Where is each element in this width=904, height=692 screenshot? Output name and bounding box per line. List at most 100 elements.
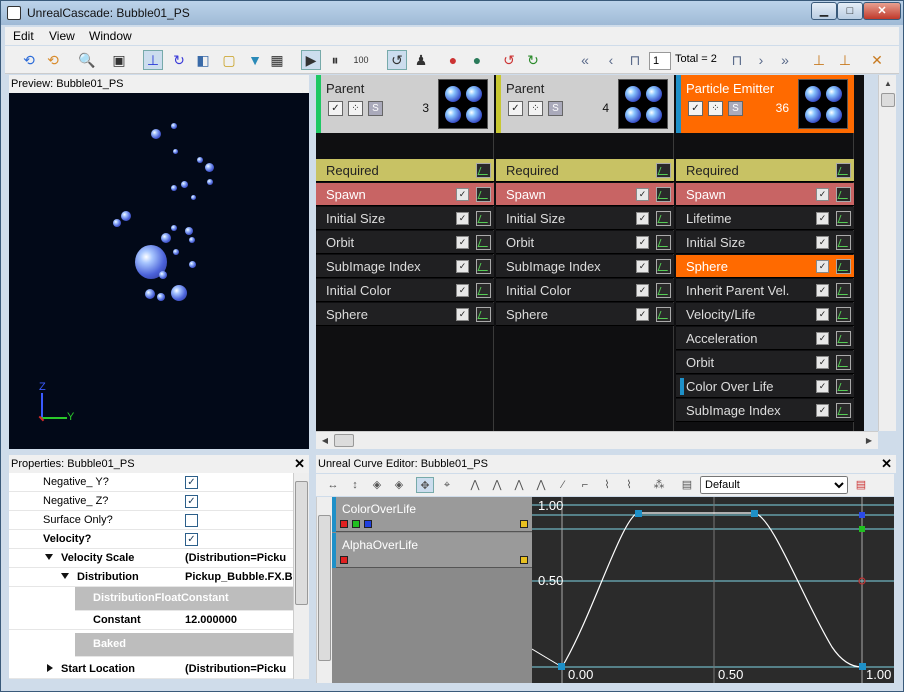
close-window-button[interactable]: ✕ xyxy=(863,2,901,20)
create-tab-icon[interactable]: ▤ xyxy=(678,477,696,493)
menu-window[interactable]: Window xyxy=(89,29,132,43)
properties-vscroll-thumb[interactable] xyxy=(295,481,308,605)
module-enable-checkbox[interactable]: ✓ xyxy=(816,236,829,249)
curve-graph-icon[interactable] xyxy=(836,259,851,274)
curve-entry[interactable]: AlphaOverLife xyxy=(332,533,532,568)
lod-next-icon[interactable]: › xyxy=(751,50,771,70)
channel-blue-toggle[interactable] xyxy=(364,520,372,528)
emitter-render-mode-icon[interactable]: ⁘ xyxy=(708,101,723,116)
curve-key-start[interactable] xyxy=(558,663,565,670)
curve-graph-icon[interactable] xyxy=(656,187,671,202)
axes-icon[interactable]: ⊥ xyxy=(143,50,163,70)
module-spawn[interactable]: Spawn ✓ xyxy=(676,183,854,206)
origin-icon[interactable]: ▼ xyxy=(245,50,265,70)
module-required[interactable]: Required xyxy=(676,159,854,182)
pause-icon[interactable]: ⏸ xyxy=(325,50,345,70)
module-color-over-life[interactable]: Color Over Life ✓ xyxy=(676,375,854,398)
module-enable-checkbox[interactable]: ✓ xyxy=(816,380,829,393)
loop-icon[interactable]: ↺ xyxy=(387,50,407,70)
module-enable-checkbox[interactable]: ✓ xyxy=(636,284,649,297)
green-channel-key[interactable] xyxy=(859,526,865,532)
rate-label[interactable]: 100 xyxy=(351,50,371,70)
properties-close-icon[interactable]: ✕ xyxy=(294,455,305,473)
curve-graph-icon[interactable] xyxy=(836,163,851,178)
module-enable-checkbox[interactable]: ✓ xyxy=(456,212,469,225)
zoom-fit-icon[interactable]: ◈ xyxy=(390,477,408,493)
module-acceleration[interactable]: Acceleration ✓ xyxy=(676,327,854,350)
emitter-solo-button[interactable]: S xyxy=(548,101,563,116)
curve-key-peak2[interactable] xyxy=(751,510,758,517)
orbit-icon[interactable]: ↻ xyxy=(169,50,189,70)
curve-graph-icon[interactable] xyxy=(836,283,851,298)
module-inherit-parent-vel[interactable]: Inherit Parent Vel. ✓ xyxy=(676,279,854,302)
scroll-right-icon[interactable]: ▶ xyxy=(862,434,876,448)
curve-graph-icon[interactable] xyxy=(476,163,491,178)
channel-green-toggle[interactable] xyxy=(352,520,360,528)
curve-graph-icon[interactable] xyxy=(836,355,851,370)
preview-viewport[interactable]: Z Y xyxy=(9,93,309,449)
curve-list-vscroll-thumb[interactable] xyxy=(318,515,331,661)
curve-graph-icon[interactable] xyxy=(656,211,671,226)
module-initial-size[interactable]: Initial Size ✓ xyxy=(496,207,674,230)
grid-icon[interactable]: ▦ xyxy=(267,50,287,70)
emitter-vscroll[interactable]: ▲ xyxy=(878,75,896,431)
module-initial-color[interactable]: Initial Color ✓ xyxy=(496,279,674,302)
zoom-mode-icon[interactable]: ⌖ xyxy=(438,477,456,493)
curve-graph-icon[interactable] xyxy=(656,235,671,250)
tangent-clamped-icon[interactable]: ⋀ xyxy=(488,477,506,493)
menu-view[interactable]: View xyxy=(49,29,75,43)
emitter-render-mode-icon[interactable]: ⁘ xyxy=(528,101,543,116)
module-velocity-life[interactable]: Velocity/Life ✓ xyxy=(676,303,854,326)
module-enable-checkbox[interactable]: ✓ xyxy=(636,308,649,321)
expand-triangle-icon[interactable] xyxy=(61,573,69,579)
module-spawn[interactable]: Spawn ✓ xyxy=(496,183,674,206)
module-spawn[interactable]: Spawn ✓ xyxy=(316,183,494,206)
emitter-vscroll-thumb[interactable] xyxy=(881,93,895,107)
module-enable-checkbox[interactable]: ✓ xyxy=(816,284,829,297)
curve-graph-icon[interactable] xyxy=(656,259,671,274)
tangent-auto-icon[interactable]: ⋀ xyxy=(466,477,484,493)
curve-graph-icon[interactable] xyxy=(836,331,851,346)
module-enable-checkbox[interactable]: ✓ xyxy=(816,308,829,321)
collapse-triangle-icon[interactable] xyxy=(47,664,53,672)
property-row[interactable]: Velocity Scale (Distribution=Picku xyxy=(9,549,293,568)
emitter-header[interactable]: Parent ✓ ⁘ S 3 xyxy=(316,75,494,133)
module-sphere[interactable]: Sphere ✓ xyxy=(496,303,674,326)
restart-level-icon[interactable]: ⟲ xyxy=(43,50,63,70)
module-required[interactable]: Required xyxy=(316,159,494,182)
lod-last-icon[interactable]: » xyxy=(775,50,795,70)
redo-icon[interactable]: ↻ xyxy=(523,50,543,70)
curve-preset-dropdown[interactable]: Default xyxy=(700,476,848,494)
property-row[interactable]: Constant 12.000000 xyxy=(9,611,293,630)
menu-edit[interactable]: Edit xyxy=(13,29,34,43)
module-enable-checkbox[interactable]: ✓ xyxy=(456,308,469,321)
emitter-enable-checkbox[interactable]: ✓ xyxy=(508,101,523,116)
scroll-up-icon[interactable]: ▲ xyxy=(881,77,895,91)
property-checkbox[interactable] xyxy=(185,514,198,527)
pan-mode-icon[interactable]: ✥ xyxy=(416,477,434,493)
property-value[interactable]: 12.000000 xyxy=(185,614,237,626)
realtime-icon[interactable]: ♟ xyxy=(411,50,431,70)
curve-graph-icon[interactable] xyxy=(476,283,491,298)
lod-prev-icon[interactable]: ‹ xyxy=(601,50,621,70)
wireframe-icon[interactable]: ▢ xyxy=(219,50,239,70)
mode-linear-icon[interactable]: ⁄ xyxy=(554,477,572,493)
emitter-header[interactable]: Parent ✓ ⁘ S 4 xyxy=(496,75,674,133)
restart-sim-icon[interactable]: ⟲ xyxy=(19,50,39,70)
property-value[interactable]: (Distribution=Picku xyxy=(185,663,286,675)
module-enable-checkbox[interactable]: ✓ xyxy=(816,332,829,345)
color-icon[interactable]: ● xyxy=(443,50,463,70)
module-sphere[interactable]: Sphere ✓ xyxy=(316,303,494,326)
curve-graph-icon[interactable] xyxy=(476,187,491,202)
module-enable-checkbox[interactable]: ✓ xyxy=(636,260,649,273)
module-subimage-index[interactable]: SubImage Index ✓ xyxy=(676,399,854,422)
maximize-button[interactable]: □ xyxy=(837,2,863,20)
flatten-icon[interactable]: ⌇ xyxy=(598,477,616,493)
curve-graph-icon[interactable] xyxy=(656,163,671,178)
straighten-icon[interactable]: ⌇ xyxy=(620,477,638,493)
module-orbit[interactable]: Orbit ✓ xyxy=(496,231,674,254)
module-sphere[interactable]: Sphere ✓ xyxy=(676,255,854,278)
regen-lod-dup-icon[interactable]: ⊥ xyxy=(835,50,855,70)
delete-lod-icon[interactable]: ✕ xyxy=(867,50,887,70)
property-checkbox[interactable]: ✓ xyxy=(185,495,198,508)
